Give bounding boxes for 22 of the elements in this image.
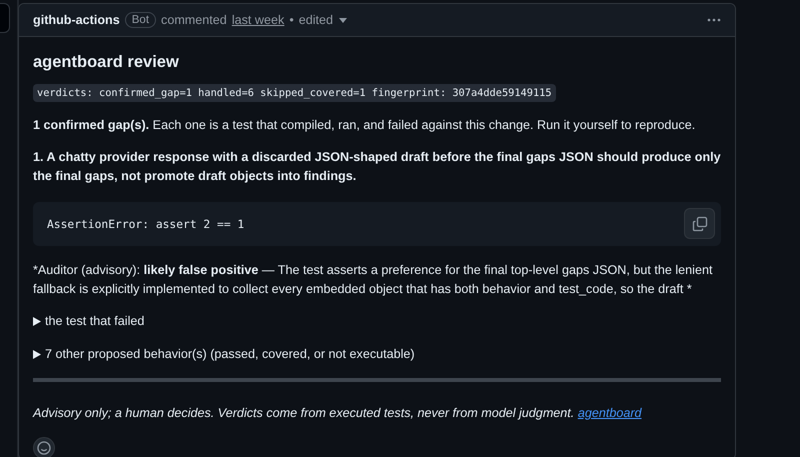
review-title: agentboard review — [33, 53, 180, 72]
add-reaction-button[interactable] — [33, 437, 55, 457]
verdicts-code: verdicts: confirmed_gap=1 handled=6 skipped_covered=1 fingerprint: 307a4dde59149115 — [33, 84, 556, 102]
agentboard-link[interactable]: agentboard — [578, 406, 642, 420]
gap-description: 1. A chatty provider response with a discarded JSON-shaped draft before the final gaps JSON should produce only the final gaps, not promote draft objects into findings. — [33, 149, 721, 185]
timestamp-link[interactable]: last week — [232, 13, 284, 27]
copy-icon — [692, 216, 708, 232]
details-summary[interactable]: 7 other proposed behavior(s) (passed, covered, or not executable) — [33, 344, 721, 364]
smiley-icon — [37, 441, 51, 455]
bot-label: Bot — [124, 12, 156, 28]
auditor-note: *Auditor (advisory): likely false positive — The test asserts a preference for the final top-level gaps JSON, but the lenient fallback is explicitly implemented to collect every embedded object that has both behavior and test_code, so the draft * — [33, 262, 714, 298]
footer-note: Advisory only; a human decides. Verdicts come from executed tests, never from model judgment. agentboard — [33, 405, 643, 422]
author-link[interactable]: github-actions — [33, 13, 120, 27]
error-output: AssertionError: assert 2 == 1 — [47, 218, 244, 230]
details-summary[interactable]: the test that failed — [33, 311, 721, 331]
caret-icon — [339, 18, 348, 22]
summary-text: 1 confirmed gap(s). Each one is a test that compiled, ran, and failed against this change. Run it yourself to reproduce. — [33, 117, 696, 134]
copy-button[interactable] — [684, 208, 715, 239]
action-text: commented — [161, 13, 227, 27]
edited-dropdown[interactable]: edited — [298, 13, 348, 27]
more-icon[interactable] — [707, 18, 721, 22]
separator-dot: • — [289, 13, 294, 27]
